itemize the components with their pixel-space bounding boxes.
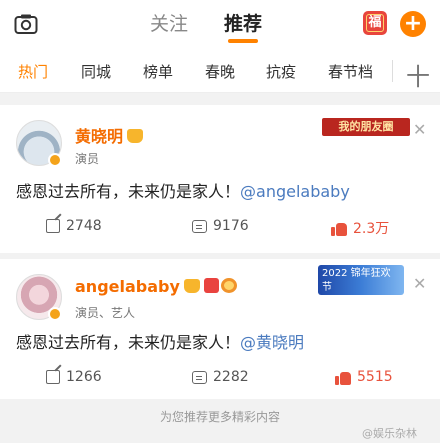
comment-button[interactable]: 2282: [192, 369, 249, 385]
channel-rankings[interactable]: 榜单: [143, 61, 173, 82]
channel-bar: 热门 同城 榜单 春晚 抗疫 春节档 十: [0, 50, 440, 93]
comment-button[interactable]: 9176: [192, 218, 249, 234]
post-card: 黄晓明 演员 我的朋友圈 ✕ 感恩过去所有，未来仍是家人！@angelababy…: [0, 105, 440, 253]
promo-banner[interactable]: 我的朋友圈: [322, 118, 410, 136]
verified-icon: [48, 307, 62, 321]
post-body: 感恩过去所有，未来仍是家人！: [16, 333, 241, 352]
more-content-hint[interactable]: 为您推荐更多精彩内容: [0, 408, 440, 425]
like-count: 2.3万: [353, 221, 390, 237]
post-actions: 1266 2282 5515: [0, 369, 440, 393]
post-text: 感恩过去所有，未来仍是家人！@angelababy: [16, 178, 350, 202]
repost-button[interactable]: 2748: [46, 218, 102, 234]
repost-count: 2748: [66, 218, 102, 234]
close-icon[interactable]: ✕: [413, 120, 426, 139]
like-button[interactable]: 5515: [335, 369, 393, 385]
channel-new-year-films[interactable]: 春节档: [328, 61, 373, 82]
add-button[interactable]: +: [400, 11, 426, 37]
comment-icon: [192, 370, 207, 384]
channel-hot[interactable]: 热门: [18, 61, 48, 82]
like-button[interactable]: 2.3万: [331, 218, 389, 238]
comment-count: 2282: [213, 369, 249, 385]
main-tabs: 关注 推荐: [150, 10, 262, 43]
like-count: 5515: [357, 369, 393, 385]
tab-recommended[interactable]: 推荐: [224, 10, 262, 43]
fu-icon[interactable]: 福: [363, 11, 387, 35]
fortune-badge-icon: [203, 278, 219, 293]
username-text[interactable]: angelababy: [75, 277, 180, 296]
crown-icon: [127, 129, 144, 143]
camera-icon[interactable]: [14, 13, 38, 35]
repost-button[interactable]: 1266: [46, 369, 102, 385]
like-icon: [335, 370, 351, 385]
channel-epidemic[interactable]: 抗疫: [266, 61, 296, 82]
promo-banner[interactable]: 2022 锦年狂欢节: [318, 265, 404, 295]
like-icon: [331, 221, 347, 236]
repost-icon: [46, 219, 60, 233]
user-role: 演员: [75, 152, 100, 166]
user-role: 演员、艺人: [75, 306, 136, 320]
repost-count: 1266: [66, 369, 102, 385]
username[interactable]: 黄晓明: [75, 123, 144, 147]
mention-link[interactable]: @angelababy: [240, 182, 350, 201]
medal-icon: [220, 278, 237, 293]
channel-divider: [392, 60, 393, 82]
tab-following[interactable]: 关注: [150, 10, 188, 38]
post-card: angelababy 演员、艺人 2022 锦年狂欢节 ✕ 感恩过去所有，未来仍…: [0, 259, 440, 399]
comment-count: 9176: [213, 218, 249, 234]
close-icon[interactable]: ✕: [413, 274, 426, 293]
username[interactable]: angelababy: [75, 277, 237, 296]
post-text: 感恩过去所有，未来仍是家人！@黄晓明: [16, 329, 304, 353]
top-bar: 关注 推荐 福 +: [0, 0, 440, 50]
post-actions: 2748 9176 2.3万: [0, 218, 440, 242]
mention-link[interactable]: @黄晓明: [240, 333, 304, 352]
verified-icon: [48, 153, 62, 167]
crown-icon: [183, 279, 200, 293]
channel-spring-gala[interactable]: 春晚: [205, 61, 235, 82]
post-body: 感恩过去所有，未来仍是家人！: [16, 182, 241, 201]
repost-icon: [46, 370, 60, 384]
username-text[interactable]: 黄晓明: [75, 127, 123, 146]
comment-icon: [192, 219, 207, 233]
channel-plus-icon[interactable]: 十: [406, 57, 430, 92]
watermark: @娱乐杂林: [362, 427, 417, 440]
channel-local[interactable]: 同城: [81, 61, 111, 82]
